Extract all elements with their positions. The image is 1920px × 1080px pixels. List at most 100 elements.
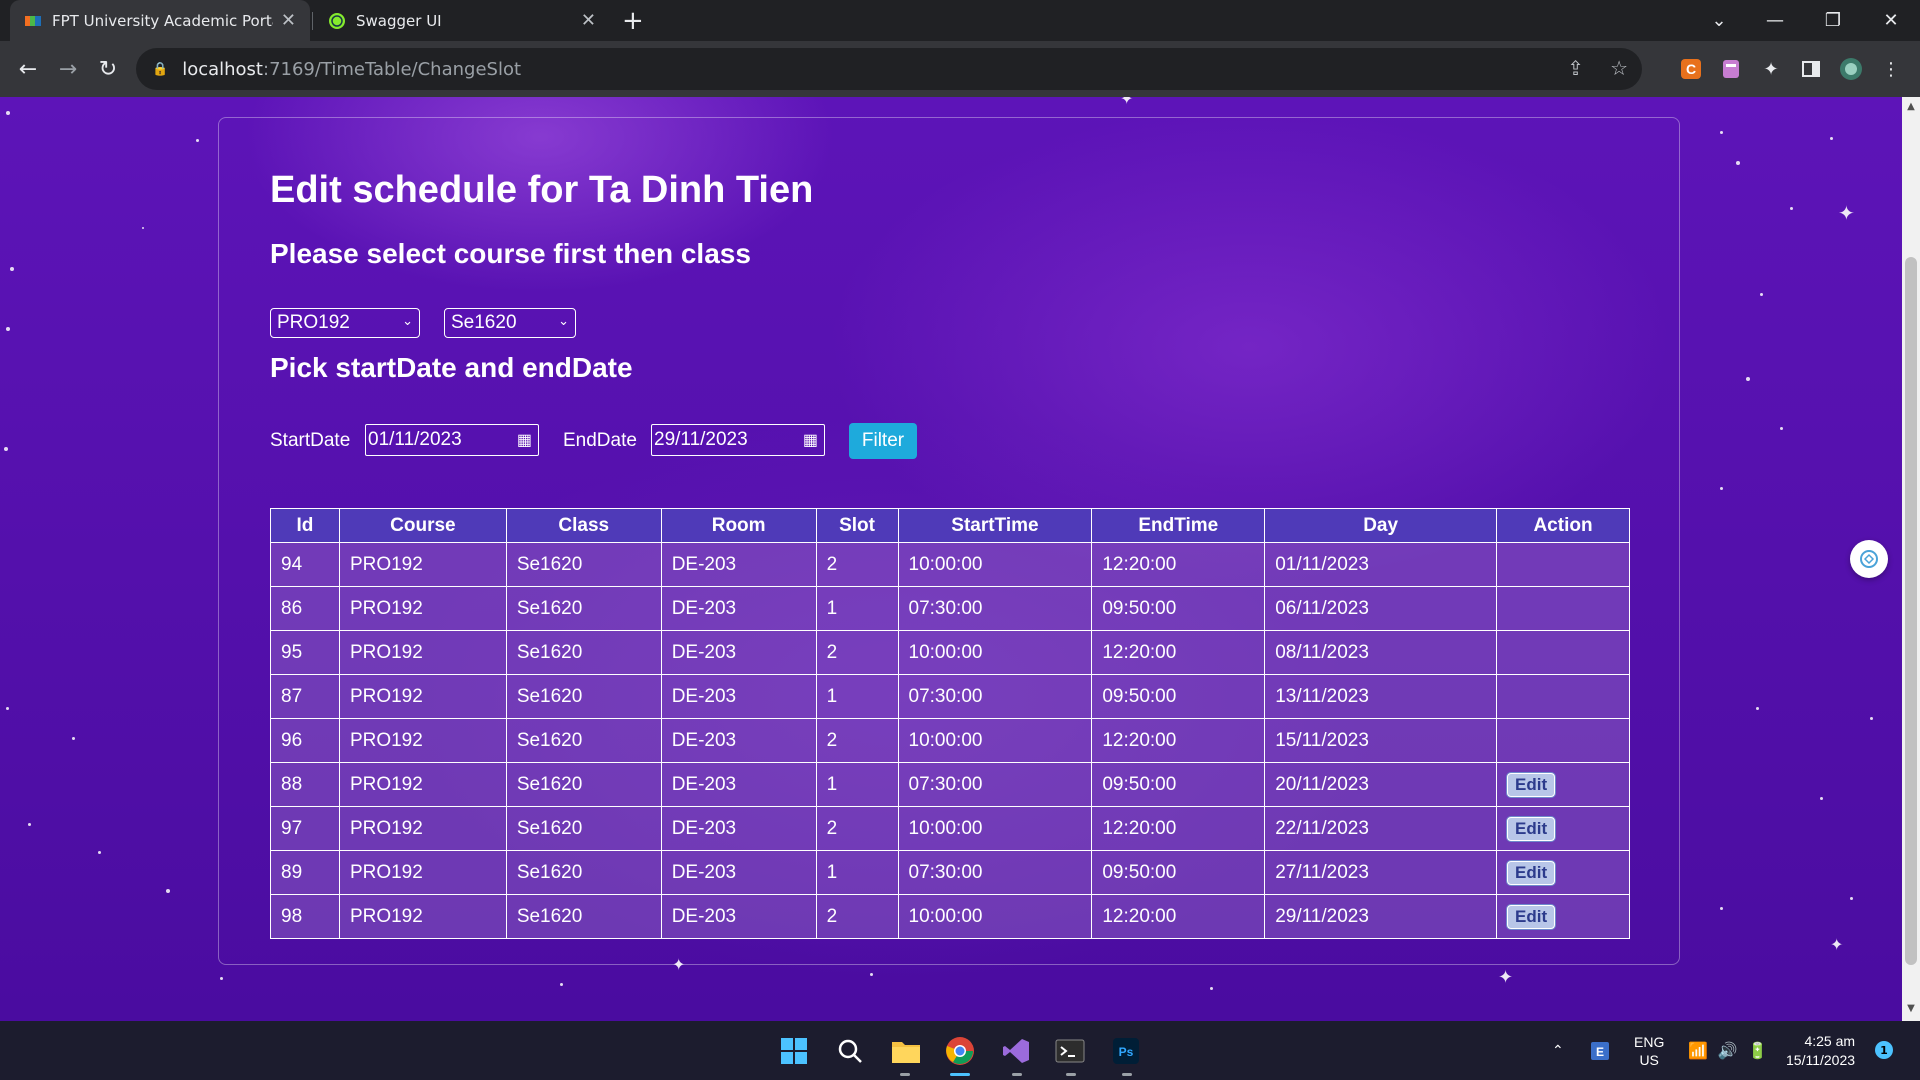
table-cell-class: Se1620 [505, 894, 662, 939]
table-cell-day: 29/11/2023 [1264, 894, 1498, 939]
table-cell-room: DE-203 [660, 894, 817, 939]
menu-kebab-icon[interactable]: ⋮ [1876, 54, 1906, 84]
address-bar[interactable]: 🔒 localhost:7169/TimeTable/ChangeSlot ⇪ … [136, 48, 1642, 90]
table-cell-course: PRO192 [338, 542, 507, 587]
close-tab-icon[interactable]: ✕ [281, 10, 296, 31]
star [1720, 487, 1723, 490]
chevron-down-icon: ⌄ [402, 313, 413, 328]
tray-app-icon[interactable]: E [1590, 1021, 1610, 1080]
page-scrollbar[interactable]: ▲ ▼ [1902, 97, 1920, 1021]
star [1850, 897, 1853, 900]
restore-icon[interactable]: ❐ [1806, 0, 1860, 41]
class-select[interactable]: Se1620 ⌄ [444, 308, 576, 338]
reload-icon[interactable]: ↻ [92, 53, 124, 85]
keyboard-region: US [1639, 1051, 1659, 1068]
edit-button[interactable]: Edit [1507, 904, 1556, 929]
table-row: 86 PRO192 Se1620 DE-203 1 07:30:00 09:50:00 06/… [270, 586, 1630, 631]
browser-tab-bar: FPT University Academic Portal - ✕ Swagg… [0, 0, 1920, 41]
star [1820, 797, 1823, 800]
class-select-value: Se1620 [451, 312, 517, 333]
system-tray-icons[interactable]: 📶 🔊 🔋 [1688, 1021, 1768, 1080]
table-cell-slot: 2 [815, 806, 899, 851]
file-explorer-icon[interactable] [888, 1033, 924, 1069]
close-tab-icon[interactable]: ✕ [581, 10, 596, 31]
table-cell-id: 86 [270, 586, 340, 631]
search-icon[interactable] [832, 1033, 868, 1069]
calendar-icon[interactable]: ▦ [803, 430, 818, 450]
table-row: 87 PRO192 Se1620 DE-203 1 07:30:00 09:50:00 13/… [270, 674, 1630, 719]
language-indicator[interactable]: ENG US [1634, 1021, 1664, 1080]
tab-swagger[interactable]: Swagger UI ✕ [314, 0, 610, 41]
tab-fpt-portal[interactable]: FPT University Academic Portal - ✕ [10, 0, 310, 41]
star [166, 889, 170, 893]
extension-c-icon[interactable]: C [1676, 54, 1706, 84]
forward-icon[interactable]: → [52, 53, 84, 85]
fpt-favicon-icon [24, 12, 42, 30]
table-cell-day: 13/11/2023 [1264, 674, 1498, 719]
table-cell-end: 09:50:00 [1091, 674, 1266, 719]
table-cell-end: 12:20:00 [1091, 806, 1266, 851]
close-window-icon[interactable]: ✕ [1864, 0, 1918, 41]
photoshop-icon[interactable]: Ps [1108, 1033, 1144, 1069]
edit-button[interactable]: Edit [1507, 860, 1556, 885]
table-cell-start: 07:30:00 [897, 674, 1093, 719]
schedule-card: Edit schedule for Ta Dinh Tien Please se… [218, 117, 1680, 965]
extensions-puzzle-icon[interactable]: ✦ [1756, 54, 1786, 84]
table-cell-room: DE-203 [660, 542, 817, 587]
filter-button[interactable]: Filter [849, 423, 917, 459]
scroll-down-icon[interactable]: ▼ [1905, 1003, 1917, 1015]
table-body: 94 PRO192 Se1620 DE-203 2 10:00:00 12:20:00 01/… [270, 542, 1630, 939]
table-cell-start: 10:00:00 [897, 806, 1093, 851]
star [28, 823, 31, 826]
table-cell-action: Edit [1496, 806, 1630, 851]
clock[interactable]: 4:25 am 15/11/2023 [1786, 1021, 1855, 1080]
table-cell-id: 87 [270, 674, 340, 719]
table-cell-end: 12:20:00 [1091, 894, 1266, 939]
course-select[interactable]: PRO192 ⌄ [270, 308, 420, 338]
end-date-label: EndDate [563, 430, 637, 451]
notification-badge[interactable]: 1 [1875, 1041, 1893, 1059]
table-cell-id: 96 [270, 718, 340, 763]
start-date-input[interactable]: 01/11/2023 ▦ [365, 424, 539, 456]
chatgpt-floating-icon[interactable] [1850, 540, 1888, 578]
bookmark-star-icon[interactable]: ☆ [1610, 56, 1628, 80]
column-header: StartTime [897, 508, 1093, 543]
table-cell-class: Se1620 [505, 806, 662, 851]
minimize-icon[interactable]: — [1748, 0, 1802, 41]
visual-studio-icon[interactable] [998, 1033, 1034, 1069]
windows-start-icon[interactable] [776, 1033, 812, 1069]
side-panel-icon[interactable] [1796, 54, 1826, 84]
edit-button[interactable]: Edit [1507, 816, 1556, 841]
wifi-icon: 📶 [1688, 1042, 1708, 1060]
scroll-up-icon[interactable]: ▲ [1905, 101, 1917, 113]
clock-date: 15/11/2023 [1786, 1051, 1856, 1068]
end-date-input[interactable]: 29/11/2023 ▦ [651, 424, 825, 456]
chrome-icon[interactable] [942, 1033, 978, 1069]
table-cell-id: 97 [270, 806, 340, 851]
scrollbar-thumb[interactable] [1905, 257, 1917, 965]
table-cell-course: PRO192 [338, 630, 507, 675]
star [1830, 137, 1833, 140]
back-icon[interactable]: ← [12, 53, 44, 85]
table-header-row: Id Course Class Room Slot StartTime EndT… [270, 508, 1630, 543]
table-cell-action [1496, 674, 1630, 719]
table-cell-day: 20/11/2023 [1264, 762, 1498, 807]
language-code: ENG [1634, 1033, 1665, 1050]
share-icon[interactable]: ⇪ [1567, 56, 1584, 80]
table-row: 97 PRO192 Se1620 DE-203 2 10:00:00 12:20:00 22/… [270, 806, 1630, 851]
star [220, 977, 223, 980]
table-cell-id: 89 [270, 850, 340, 895]
url-path: :7169/TimeTable/ChangeSlot [263, 58, 522, 80]
profile-avatar[interactable] [1836, 54, 1866, 84]
table-cell-action [1496, 586, 1630, 631]
edit-button[interactable]: Edit [1507, 772, 1556, 797]
app-running-indicator [900, 1073, 910, 1076]
app-running-indicator [1066, 1073, 1076, 1076]
table-row: 98 PRO192 Se1620 DE-203 2 10:00:00 12:20:00 29/… [270, 894, 1630, 939]
tab-search-icon[interactable]: ⌄ [1692, 0, 1746, 41]
tray-overflow-icon[interactable]: ⌃ [1552, 1021, 1564, 1080]
calendar-icon[interactable]: ▦ [517, 430, 532, 450]
extension-purple-icon[interactable] [1716, 54, 1746, 84]
new-tab-icon[interactable]: + [622, 6, 644, 36]
terminal-icon[interactable] [1052, 1033, 1088, 1069]
